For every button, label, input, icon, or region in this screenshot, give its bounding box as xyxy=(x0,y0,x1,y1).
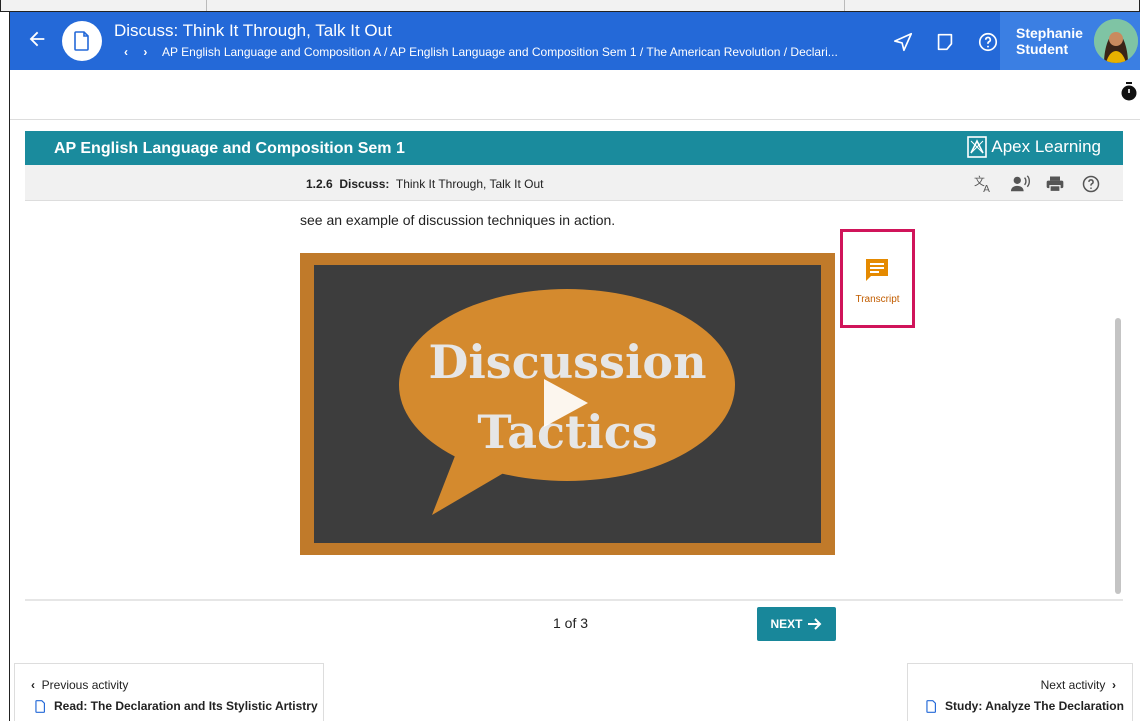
arrow-right-icon xyxy=(807,618,821,630)
chevron-left-icon: ‹ xyxy=(31,678,35,692)
text-to-speech-icon[interactable] xyxy=(1009,174,1031,194)
apex-logo: Apex Learning xyxy=(967,136,1101,158)
timer-icon[interactable] xyxy=(1120,82,1138,102)
user-name: Stephanie Student xyxy=(1016,25,1083,57)
previous-activity-title: Read: The Declaration and Its Stylistic … xyxy=(54,699,318,713)
translate-icon[interactable]: 文 A xyxy=(973,174,995,194)
next-activity-card[interactable]: Next activity › Study: Analyze The Decla… xyxy=(907,663,1133,721)
document-icon xyxy=(74,31,89,51)
send-icon[interactable] xyxy=(892,31,914,53)
video-player[interactable]: Discussion Tactics xyxy=(300,253,835,555)
document-icon xyxy=(926,699,936,713)
play-icon[interactable] xyxy=(544,379,588,427)
breadcrumb-path[interactable]: AP English Language and Composition A / … xyxy=(162,45,838,59)
course-header: AP English Language and Composition Sem … xyxy=(25,131,1123,165)
next-activity-heading: Next activity › xyxy=(1041,678,1116,692)
scrollbar-thumb[interactable] xyxy=(1115,318,1121,594)
activity-type-icon xyxy=(62,21,102,61)
user-last-name: Student xyxy=(1016,41,1069,57)
intro-text: see an example of discussion techniques … xyxy=(300,212,616,228)
breadcrumb-next-icon[interactable]: › xyxy=(143,45,147,59)
help-icon[interactable] xyxy=(977,31,999,53)
breadcrumb-prev-icon[interactable]: ‹ xyxy=(124,45,128,59)
previous-activity-card[interactable]: ‹ Previous activity Read: The Declaratio… xyxy=(14,663,324,721)
next-button-label: NEXT xyxy=(770,617,803,631)
user-menu[interactable]: Stephanie Student xyxy=(1000,12,1140,70)
transcript-label: Transcript xyxy=(855,294,900,305)
page-title: Discuss: Think It Through, Talk It Out xyxy=(114,21,392,40)
print-icon[interactable] xyxy=(1045,174,1065,194)
document-icon xyxy=(35,699,45,713)
activity-heading: 1.2.6 Discuss: Think It Through, Talk It… xyxy=(306,177,544,191)
browser-top-strip xyxy=(0,0,1140,12)
page-navigation: 1 of 3 NEXT xyxy=(25,599,1123,651)
next-activity-title: Study: Analyze The Declaration xyxy=(945,699,1124,713)
apex-brand-text: Apex Learning xyxy=(991,137,1101,156)
top-strip-segment xyxy=(207,0,845,11)
avatar[interactable] xyxy=(1094,19,1138,63)
next-activity-link[interactable]: Study: Analyze The Declaration xyxy=(926,699,1124,713)
content-scrollbar[interactable] xyxy=(1113,201,1123,599)
toolbar xyxy=(10,70,1140,120)
next-button[interactable]: NEXT xyxy=(757,607,836,641)
activity-subheader: 1.2.6 Discuss: Think It Through, Talk It… xyxy=(25,165,1123,201)
top-strip-segment xyxy=(1,0,207,11)
previous-activity-heading: ‹ Previous activity xyxy=(31,678,128,692)
page-count: 1 of 3 xyxy=(553,615,589,631)
activity-number: 1.2.6 xyxy=(306,177,333,191)
activity-content: see an example of discussion techniques … xyxy=(25,201,1123,599)
help-icon[interactable] xyxy=(1081,174,1101,194)
activity-type: Discuss: xyxy=(339,177,390,191)
apex-logo-icon xyxy=(967,136,988,158)
course-title: AP English Language and Composition Sem … xyxy=(54,140,405,157)
transcript-icon xyxy=(866,259,888,281)
activity-title: Think It Through, Talk It Out xyxy=(395,177,544,191)
app-header: Discuss: Think It Through, Talk It Out ‹… xyxy=(10,12,1140,70)
svg-text:A: A xyxy=(983,184,990,194)
previous-activity-label: Previous activity xyxy=(41,678,129,692)
back-arrow-icon[interactable] xyxy=(24,28,50,54)
user-first-name: Stephanie xyxy=(1016,25,1083,41)
next-activity-label: Next activity xyxy=(1040,678,1106,692)
chevron-right-icon: › xyxy=(1112,678,1116,692)
transcript-button[interactable]: Transcript xyxy=(840,229,915,328)
breadcrumb: ‹ › AP English Language and Composition … xyxy=(124,45,884,59)
notes-icon[interactable] xyxy=(934,31,956,53)
previous-activity-link[interactable]: Read: The Declaration and Its Stylistic … xyxy=(35,699,318,713)
